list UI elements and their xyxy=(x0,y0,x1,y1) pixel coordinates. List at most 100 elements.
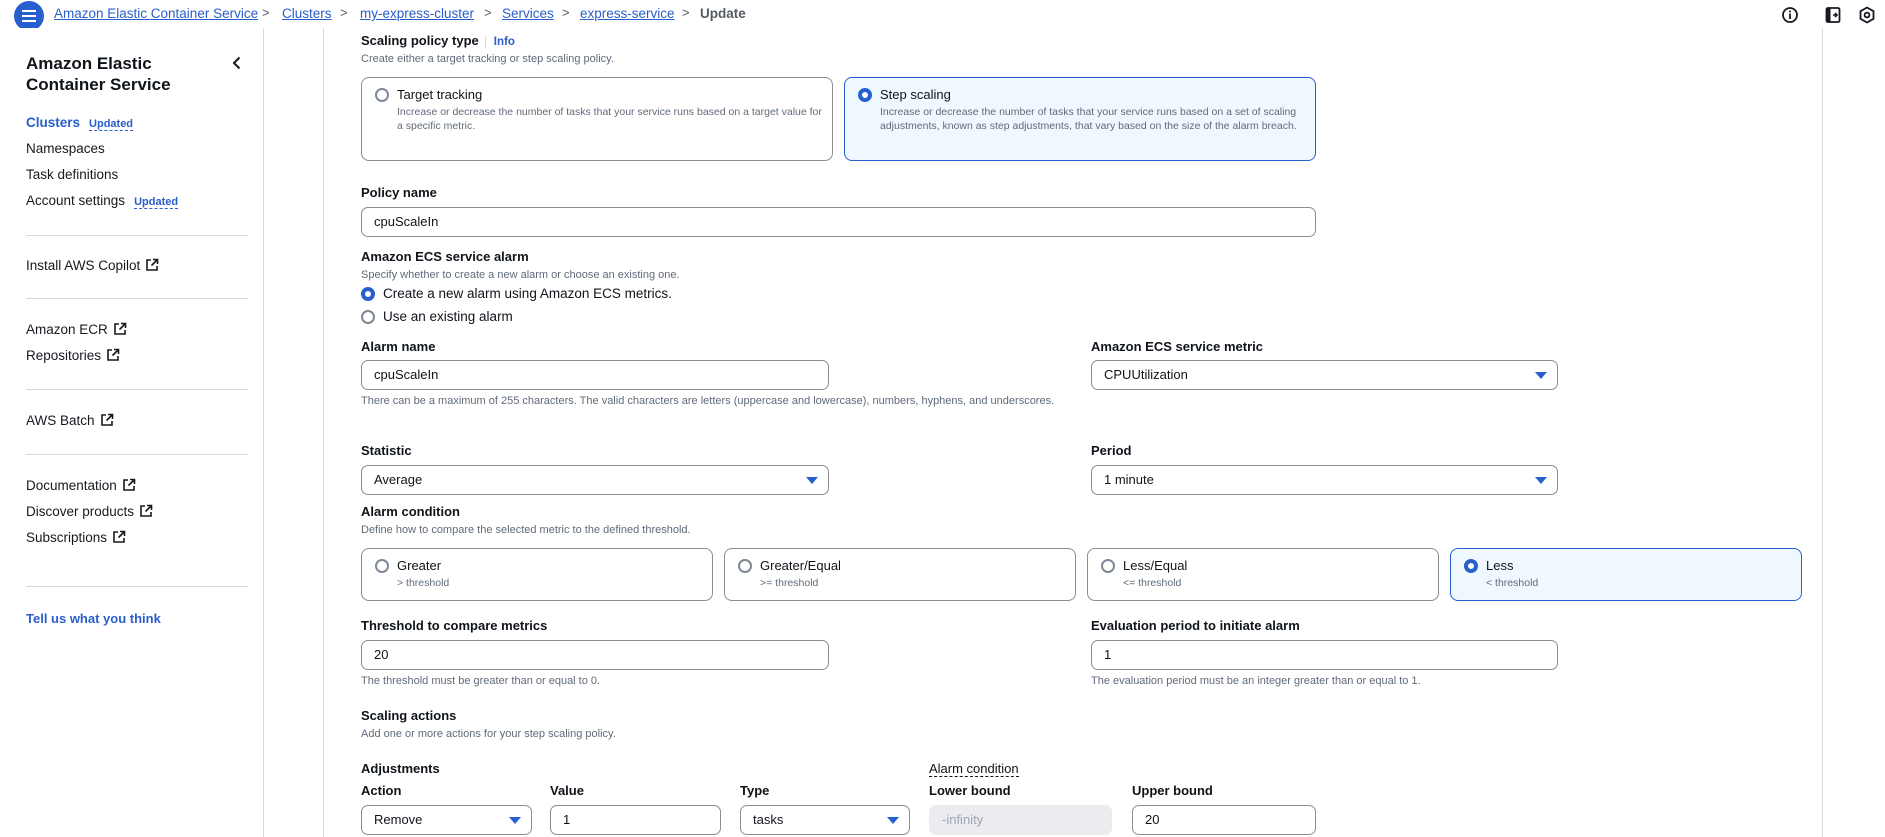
caret-down-icon xyxy=(1535,372,1547,379)
caret-down-icon xyxy=(806,477,818,484)
tile-title: Step scaling xyxy=(880,87,951,102)
radio-button-selected[interactable] xyxy=(1464,559,1478,573)
selected-value: CPUUtilization xyxy=(1104,367,1188,382)
sidebar-item-documentation[interactable]: Documentation xyxy=(26,478,136,493)
condition-less-equal[interactable]: Less/Equal <= threshold xyxy=(1087,548,1439,601)
sidebar-divider xyxy=(26,454,248,455)
policy-name-label: Policy name xyxy=(361,185,437,200)
breadcrumb-separator-icon: > xyxy=(262,5,270,20)
radio-button-selected[interactable] xyxy=(858,88,872,102)
sidebar-item-repositories[interactable]: Repositories xyxy=(26,348,120,363)
chevron-left-icon[interactable] xyxy=(228,54,246,72)
sidebar-item-clusters[interactable]: Clusters Updated xyxy=(26,115,134,131)
adjustment-value-input[interactable]: 1 xyxy=(550,805,721,835)
breadcrumb-ecs[interactable]: Amazon Elastic Container Service xyxy=(54,6,258,21)
updated-badge: Updated xyxy=(134,196,179,209)
sidebar-item-amazon-ecr[interactable]: Amazon ECR xyxy=(26,322,127,337)
create-new-alarm-option[interactable]: Create a new alarm using Amazon ECS metr… xyxy=(361,286,672,301)
selected-value: 1 minute xyxy=(1104,472,1154,487)
option-label: Create a new alarm using Amazon ECS metr… xyxy=(383,286,672,301)
scaling-policy-type-description: Create either a target tracking or step … xyxy=(361,53,614,65)
statistic-select[interactable]: Average xyxy=(361,465,829,495)
radio-button-selected[interactable] xyxy=(361,287,375,301)
sidebar-item-subscriptions[interactable]: Subscriptions xyxy=(26,530,126,545)
caret-down-icon xyxy=(1535,477,1547,484)
tile-title: Less/Equal xyxy=(1123,558,1188,573)
threshold-hint: The threshold must be greater than or eq… xyxy=(361,675,601,687)
sidebar-divider xyxy=(26,235,248,236)
sidebar-item-task-definitions[interactable]: Task definitions xyxy=(26,167,118,182)
tile-description: <= threshold xyxy=(1123,577,1182,589)
tile-title: Greater/Equal xyxy=(760,558,841,573)
radio-button[interactable] xyxy=(738,559,752,573)
sidebar-item-discover-products[interactable]: Discover products xyxy=(26,504,153,519)
lower-bound-column-label: Lower bound xyxy=(929,783,1011,798)
service-alarm-label: Amazon ECS service alarm xyxy=(361,249,529,264)
use-existing-alarm-option[interactable]: Use an existing alarm xyxy=(361,309,513,324)
policy-name-input[interactable]: cpuScaleIn xyxy=(361,207,1316,237)
info-icon[interactable] xyxy=(1781,6,1799,24)
notifications-panel-icon[interactable] xyxy=(1824,6,1842,24)
tile-description: >= threshold xyxy=(760,577,819,589)
upper-bound-column-label: Upper bound xyxy=(1132,783,1213,798)
external-link-icon xyxy=(113,530,126,543)
breadcrumb-services[interactable]: Services xyxy=(502,6,554,21)
feedback-link[interactable]: Tell us what you think xyxy=(26,611,161,626)
breadcrumb-service[interactable]: express-service xyxy=(580,6,675,21)
alarm-condition-description: Define how to compare the selected metri… xyxy=(361,524,691,536)
adjustment-type-select[interactable]: tasks xyxy=(740,805,910,835)
caret-down-icon xyxy=(509,817,521,824)
tile-title: Less xyxy=(1486,558,1514,573)
condition-greater[interactable]: Greater > threshold xyxy=(361,548,713,601)
sidebar-item-aws-batch[interactable]: AWS Batch xyxy=(26,413,114,428)
breadcrumb-cluster[interactable]: my-express-cluster xyxy=(360,6,474,21)
scaling-policy-type-label: Scaling policy type Info xyxy=(361,33,515,48)
condition-greater-equal[interactable]: Greater/Equal >= threshold xyxy=(724,548,1076,601)
sidebar-item-install-copilot[interactable]: Install AWS Copilot xyxy=(26,258,159,273)
breadcrumb-separator-icon: > xyxy=(682,5,690,20)
radio-button[interactable] xyxy=(375,559,389,573)
tile-title: Greater xyxy=(397,558,442,573)
service-metric-select[interactable]: CPUUtilization xyxy=(1091,360,1558,390)
radio-button[interactable] xyxy=(375,88,389,102)
radio-button[interactable] xyxy=(1101,559,1115,573)
evaluation-period-hint: The evaluation period must be an integer… xyxy=(1091,675,1421,687)
sidebar-item-account-settings[interactable]: Account settings Updated xyxy=(26,193,179,209)
sidebar-divider xyxy=(26,298,248,299)
breadcrumb-separator-icon: > xyxy=(562,5,570,20)
menu-icon[interactable] xyxy=(14,1,44,31)
evaluation-period-input[interactable]: 1 xyxy=(1091,640,1558,670)
top-navigation-bar: Amazon Elastic Container Service > Clust… xyxy=(0,0,1885,31)
caret-down-icon xyxy=(887,817,899,824)
alarm-name-label: Alarm name xyxy=(361,339,436,354)
adjustments-label: Adjustments xyxy=(361,761,440,776)
action-select[interactable]: Remove xyxy=(361,805,532,835)
label-text[interactable]: Alarm condition xyxy=(929,761,1019,777)
selected-value: Remove xyxy=(374,812,423,827)
sidebar-divider xyxy=(26,586,248,587)
info-link[interactable]: Info xyxy=(484,36,515,48)
selected-value: tasks xyxy=(753,812,784,827)
sidebar-item-label: AWS Batch xyxy=(26,413,95,428)
external-link-icon xyxy=(140,504,153,517)
upper-bound-input[interactable]: 20 xyxy=(1132,805,1316,835)
content-border xyxy=(323,28,324,837)
settings-icon[interactable] xyxy=(1858,6,1876,24)
radio-button[interactable] xyxy=(361,310,375,324)
sidebar-item-label: Account settings xyxy=(26,193,126,208)
evaluation-period-label: Evaluation period to initiate alarm xyxy=(1091,618,1300,633)
threshold-input[interactable]: 20 xyxy=(361,640,829,670)
external-link-icon xyxy=(107,348,120,361)
period-select[interactable]: 1 minute xyxy=(1091,465,1558,495)
policy-type-step-scaling[interactable]: Step scaling Increase or decrease the nu… xyxy=(844,77,1316,161)
policy-type-target-tracking[interactable]: Target tracking Increase or decrease the… xyxy=(361,77,833,161)
option-label: Use an existing alarm xyxy=(383,309,513,324)
breadcrumb-clusters[interactable]: Clusters xyxy=(282,6,332,21)
sidebar-item-namespaces[interactable]: Namespaces xyxy=(26,141,105,156)
external-link-icon xyxy=(113,322,127,335)
tile-description: Increase or decrease the number of tasks… xyxy=(397,106,822,132)
alarm-name-input[interactable]: cpuScaleIn xyxy=(361,360,829,390)
condition-less[interactable]: Less < threshold xyxy=(1450,548,1802,601)
sidebar-title: Amazon Elastic Container Service xyxy=(26,54,171,94)
tile-description: > threshold xyxy=(397,577,450,589)
